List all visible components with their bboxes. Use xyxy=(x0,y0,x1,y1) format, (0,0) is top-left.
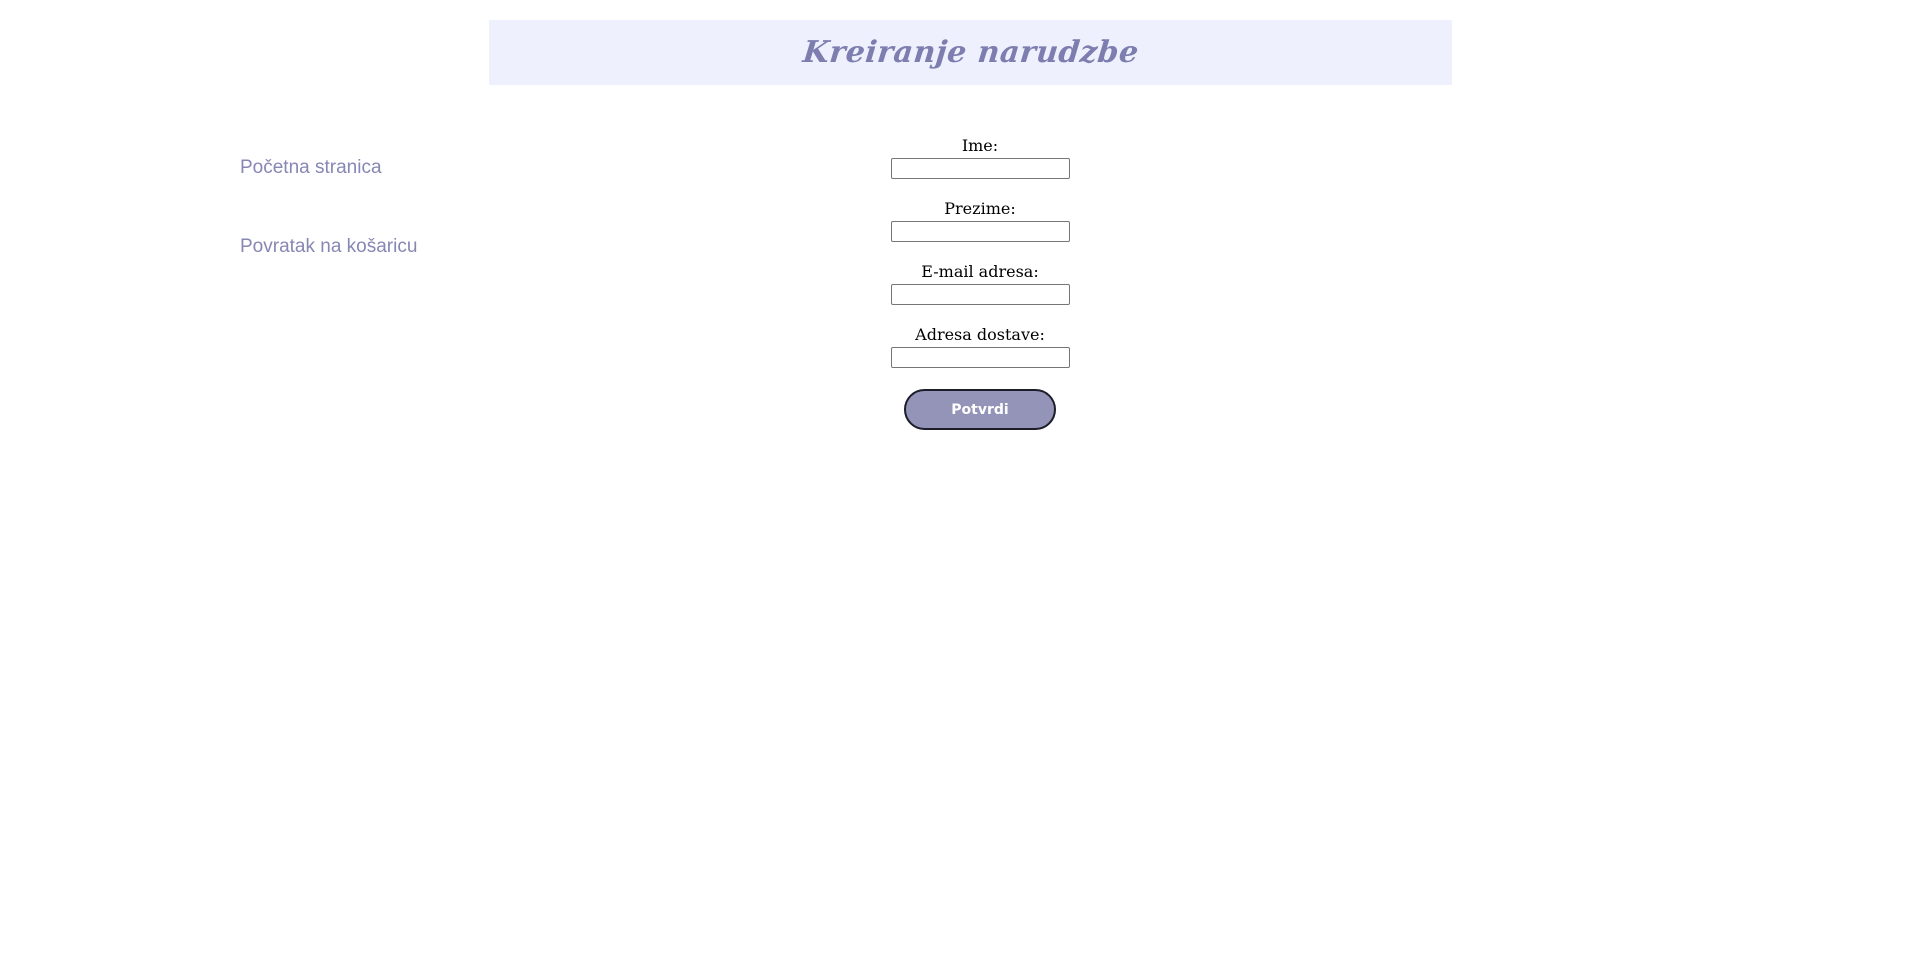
delivery-address-group: Adresa dostave: xyxy=(890,325,1070,368)
last-name-group: Prezime: xyxy=(890,199,1070,242)
delivery-address-input[interactable] xyxy=(890,347,1070,368)
header-bar: Kreiranje narudzbe xyxy=(489,20,1452,85)
order-form: Ime: Prezime: E-mail adresa: Adresa dost… xyxy=(880,136,1080,430)
page-title: Kreiranje narudzbe xyxy=(800,35,1141,70)
first-name-label: Ime: xyxy=(961,136,999,155)
submit-button[interactable]: Potvrdi xyxy=(904,389,1056,430)
email-group: E-mail adresa: xyxy=(890,262,1070,305)
last-name-input[interactable] xyxy=(890,221,1070,242)
last-name-label: Prezime: xyxy=(944,199,1016,218)
order-page: Kreiranje narudzbe Početna stranica Povr… xyxy=(0,0,1920,968)
first-name-group: Ime: xyxy=(890,136,1070,179)
email-label: E-mail adresa: xyxy=(921,262,1039,281)
first-name-input[interactable] xyxy=(890,158,1070,179)
email-input[interactable] xyxy=(890,284,1070,305)
back-to-cart-link[interactable]: Povratak na košaricu xyxy=(240,236,417,258)
delivery-address-label: Adresa dostave: xyxy=(915,325,1045,344)
home-link[interactable]: Početna stranica xyxy=(240,157,382,179)
